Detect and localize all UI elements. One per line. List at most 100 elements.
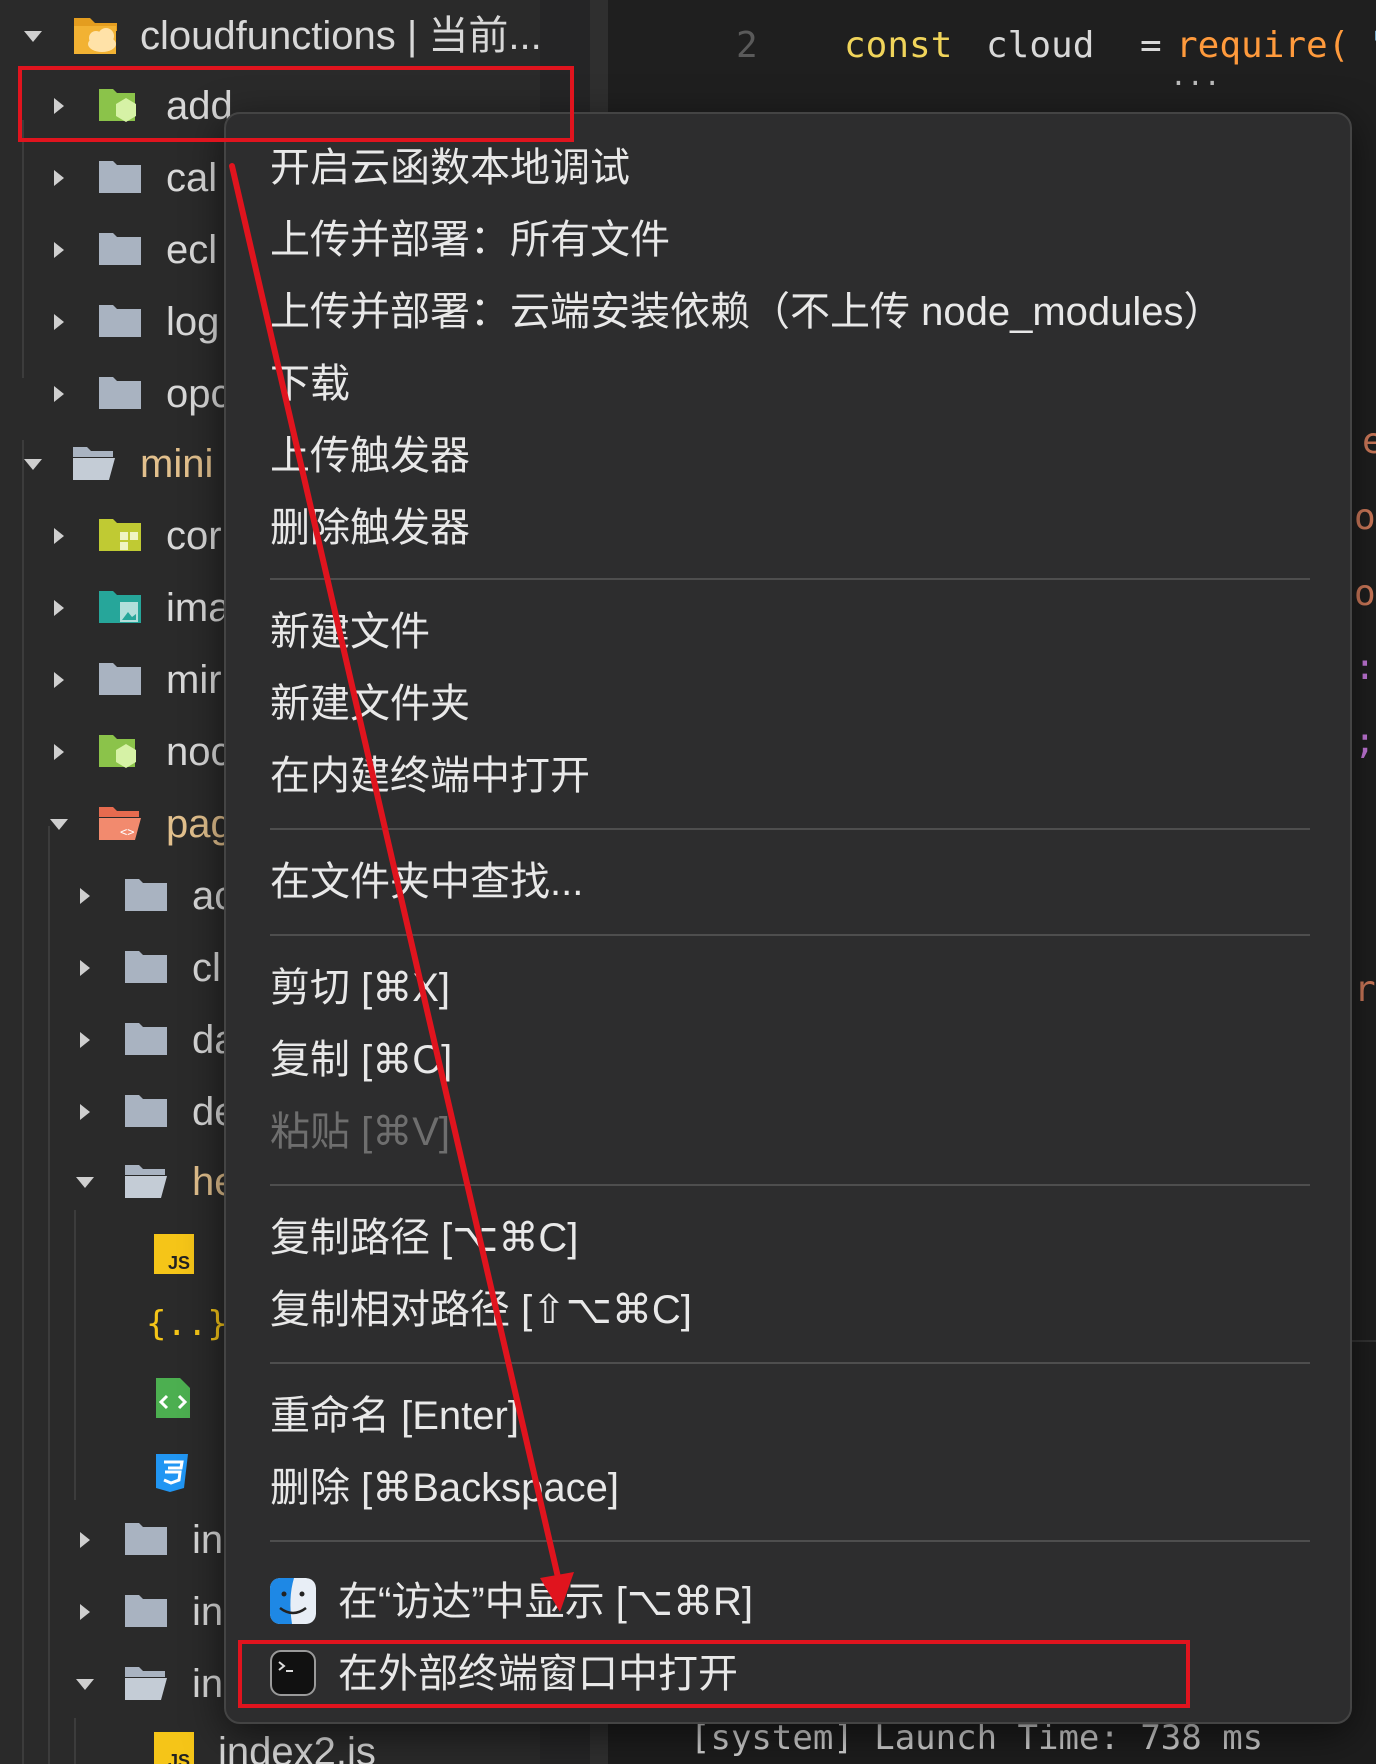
highlight-box-add-folder bbox=[18, 66, 574, 142]
menu-item-upload-all-files[interactable]: 上传并部署：所有文件 bbox=[270, 210, 670, 270]
tree-row-index2-js[interactable]: JS index2.js bbox=[0, 1718, 540, 1764]
chevron-right-icon[interactable] bbox=[54, 672, 64, 688]
folder-icon bbox=[125, 951, 167, 983]
menu-separator bbox=[270, 578, 1310, 580]
tree-label: in bbox=[192, 1590, 224, 1634]
tree-label: cloudfunctions | 当前... bbox=[140, 14, 540, 58]
wxml-file-icon bbox=[156, 1378, 190, 1418]
tree-label: pag bbox=[166, 802, 233, 846]
tree-label: in bbox=[192, 1662, 224, 1706]
images-folder-icon bbox=[99, 591, 141, 623]
css-file-icon bbox=[156, 1454, 188, 1492]
js-icon-text: JS bbox=[167, 1751, 190, 1764]
menu-separator bbox=[270, 1362, 1310, 1364]
tree-row-cloudfunctions[interactable]: cloudfunctions | 当前... bbox=[0, 0, 540, 72]
folder-icon bbox=[125, 1595, 167, 1627]
chevron-right-icon[interactable] bbox=[80, 888, 90, 904]
code-fragment: rr bbox=[1354, 969, 1376, 1010]
folder-open-icon bbox=[73, 447, 115, 480]
folder-open-icon bbox=[125, 1667, 167, 1700]
line-number: 2 bbox=[736, 25, 758, 66]
menu-item-paste: 粘贴 [⌘V] bbox=[270, 1110, 451, 1154]
menu-separator bbox=[270, 828, 1310, 830]
finder-icon bbox=[270, 1578, 316, 1624]
chevron-down-icon[interactable] bbox=[24, 31, 42, 42]
chevron-down-icon[interactable] bbox=[76, 1679, 94, 1690]
menu-item-delete-trigger[interactable]: 删除触发器 bbox=[270, 498, 470, 558]
chevron-right-icon[interactable] bbox=[80, 1032, 90, 1048]
folder-icon bbox=[125, 1523, 167, 1555]
code-identifier: cloud bbox=[986, 25, 1095, 66]
chevron-right-icon[interactable] bbox=[54, 386, 64, 402]
context-menu: 开启云函数本地调试 上传并部署：所有文件 上传并部署：云端安装依赖（不上传 no… bbox=[224, 112, 1352, 1724]
tree-label: cor bbox=[166, 514, 222, 558]
chevron-down-icon[interactable] bbox=[50, 819, 68, 830]
menu-item-delete[interactable]: 删除 [⌘Backspace] bbox=[270, 1458, 619, 1518]
folder-icon bbox=[99, 663, 141, 695]
tree-label: ima bbox=[166, 586, 231, 630]
code-fragment: :( bbox=[1354, 647, 1376, 688]
menu-separator bbox=[270, 934, 1310, 936]
menu-item-copy-path[interactable]: 复制路径 [⌥⌘C] bbox=[270, 1208, 578, 1268]
folder-icon bbox=[99, 233, 141, 265]
cloud-folder-icon bbox=[74, 18, 117, 54]
code-operator: = bbox=[1140, 25, 1162, 66]
menu-item-new-folder[interactable]: 新建文件夹 bbox=[270, 674, 470, 734]
tree-label: mini bbox=[140, 442, 214, 486]
json-file-icon: {..} bbox=[146, 1304, 228, 1344]
menu-item-upload-cloud-install[interactable]: 上传并部署：云端安装依赖（不上传 node_modules） bbox=[270, 282, 1224, 342]
tree-label: opc bbox=[166, 372, 231, 416]
chevron-right-icon[interactable] bbox=[80, 960, 90, 976]
menu-item-reveal-in-finder[interactable]: 在“访达”中显示 [⌥⌘R] bbox=[226, 1566, 1350, 1638]
menu-item-new-file[interactable]: 新建文件 bbox=[270, 602, 430, 662]
code-fragment: ;) bbox=[1354, 721, 1376, 762]
code-fragment: os bbox=[1354, 497, 1376, 538]
tree-label: cal bbox=[166, 156, 218, 200]
folder-icon bbox=[125, 1095, 167, 1127]
folder-icon bbox=[99, 377, 141, 409]
node-folder-icon bbox=[99, 735, 136, 768]
highlight-box-external-terminal bbox=[238, 1640, 1190, 1708]
tree-label: noc bbox=[166, 730, 231, 774]
code-ellipsis: ... bbox=[1170, 59, 1221, 92]
tree-label: cl bbox=[192, 946, 221, 990]
chevron-right-icon[interactable] bbox=[54, 744, 64, 760]
menu-item-label: 在“访达”中显示 [⌥⌘R] bbox=[338, 1580, 753, 1624]
js-file-icon: JS bbox=[154, 1234, 194, 1274]
tree-label: ecl bbox=[166, 228, 218, 272]
chevron-right-icon[interactable] bbox=[54, 528, 64, 544]
menu-item-download[interactable]: 下载 bbox=[270, 354, 350, 414]
menu-separator bbox=[270, 1184, 1310, 1186]
menu-separator bbox=[270, 1540, 1310, 1542]
chevron-right-icon[interactable] bbox=[80, 1604, 90, 1620]
chevron-right-icon[interactable] bbox=[80, 1104, 90, 1120]
menu-item-find-in-folder[interactable]: 在文件夹中查找... bbox=[270, 852, 583, 912]
menu-item-cut[interactable]: 剪切 [⌘X] bbox=[270, 958, 450, 1018]
chevron-right-icon[interactable] bbox=[80, 1532, 90, 1548]
components-folder-icon bbox=[99, 519, 141, 551]
folder-open-icon bbox=[125, 1165, 167, 1198]
js-file-icon: JS bbox=[154, 1732, 194, 1764]
code-string: ' bbox=[1366, 22, 1376, 70]
chevron-down-icon[interactable] bbox=[24, 459, 42, 470]
menu-item-copy[interactable]: 复制 [⌘C] bbox=[270, 1030, 452, 1090]
code-fragment: ot bbox=[1354, 573, 1376, 614]
code-fragment: e bbox=[1362, 421, 1376, 462]
menu-item-local-debug[interactable]: 开启云函数本地调试 bbox=[270, 138, 630, 198]
chevron-right-icon[interactable] bbox=[54, 314, 64, 330]
menu-item-rename[interactable]: 重命名 [Enter] bbox=[270, 1386, 519, 1446]
svg-text:<>: <> bbox=[120, 825, 134, 839]
tree-label: mir bbox=[166, 658, 222, 702]
console-output: [system] Launch Time: 738 ms bbox=[690, 1718, 1264, 1758]
menu-item-upload-trigger[interactable]: 上传触发器 bbox=[270, 426, 470, 486]
folder-icon bbox=[125, 879, 167, 911]
tree-label: in bbox=[192, 1518, 224, 1562]
chevron-down-icon[interactable] bbox=[76, 1177, 94, 1188]
menu-item-open-builtin-terminal[interactable]: 在内建终端中打开 bbox=[270, 746, 590, 806]
chevron-right-icon[interactable] bbox=[54, 170, 64, 186]
chevron-right-icon[interactable] bbox=[54, 242, 64, 258]
menu-item-copy-relative-path[interactable]: 复制相对路径 [⇧⌥⌘C] bbox=[270, 1280, 692, 1340]
folder-icon bbox=[99, 305, 141, 337]
chevron-right-icon[interactable] bbox=[54, 600, 64, 616]
js-icon-text: JS bbox=[167, 1253, 190, 1273]
